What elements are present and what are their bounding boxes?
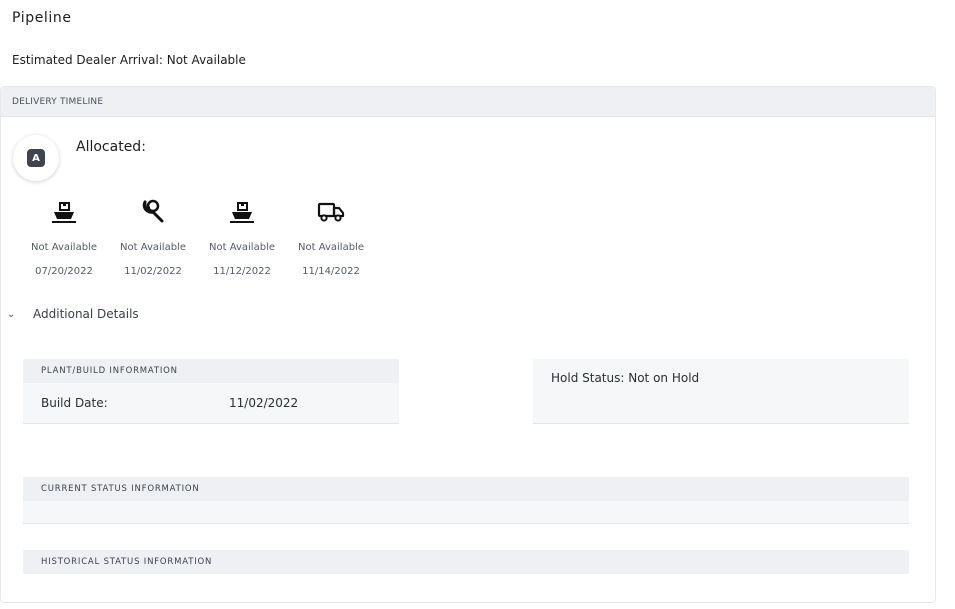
build-date-label: Build Date: <box>41 396 108 410</box>
milestone-date: 11/12/2022 <box>213 266 271 277</box>
additional-details-toggle[interactable]: ⌄ Additional Details <box>7 307 139 321</box>
milestone-item: Not Available 11/12/2022 <box>197 197 287 277</box>
milestone-item: Not Available 11/14/2022 <box>286 197 376 277</box>
milestone-status: Not Available <box>120 242 186 253</box>
chevron-down-icon: ⌄ <box>7 308 16 320</box>
milestone-status: Not Available <box>209 242 275 253</box>
milestone-item: Not Available 07/20/2022 <box>19 197 109 277</box>
milestone-status: Not Available <box>298 242 364 253</box>
wrench-icon <box>108 197 198 227</box>
truck-icon <box>286 197 376 227</box>
status-avatar: A <box>13 135 59 181</box>
ship-icon <box>197 197 287 227</box>
milestone-date: 11/14/2022 <box>302 266 360 277</box>
status-avatar-letter: A <box>27 149 45 167</box>
hold-status-text: Hold Status: Not on Hold <box>551 371 700 385</box>
estimated-dealer-arrival: Estimated Dealer Arrival: Not Available <box>12 53 246 67</box>
milestone-date: 07/20/2022 <box>35 266 93 277</box>
current-status-header: CURRENT STATUS INFORMATION <box>23 477 909 501</box>
status-label: Allocated: <box>76 139 146 155</box>
plant-build-panel: PLANT/BUILD INFORMATION Build Date: 11/0… <box>23 359 399 424</box>
ship-icon <box>19 197 109 227</box>
build-date-value: 11/02/2022 <box>229 396 299 410</box>
additional-details-label: Additional Details <box>33 307 139 321</box>
milestone-item: Not Available 11/02/2022 <box>108 197 198 277</box>
milestone-status: Not Available <box>31 242 97 253</box>
historical-status-header: HISTORICAL STATUS INFORMATION <box>23 550 909 574</box>
historical-status-panel: HISTORICAL STATUS INFORMATION <box>23 550 909 576</box>
delivery-timeline-card: DELIVERY TIMELINE A Allocated: Not Avail… <box>0 86 936 603</box>
page-title: Pipeline <box>12 10 72 26</box>
hold-status-panel: Hold Status: Not on Hold <box>533 359 909 424</box>
delivery-timeline-header: DELIVERY TIMELINE <box>1 87 935 117</box>
plant-build-header: PLANT/BUILD INFORMATION <box>23 359 399 383</box>
current-status-panel: CURRENT STATUS INFORMATION <box>23 477 909 524</box>
milestone-date: 11/02/2022 <box>124 266 182 277</box>
